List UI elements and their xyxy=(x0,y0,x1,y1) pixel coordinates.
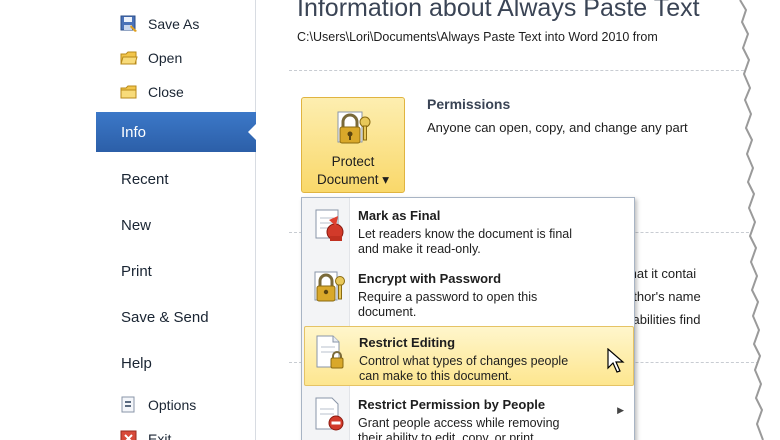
protect-document-menu: Mark as Final Let readers know the docum… xyxy=(301,197,635,440)
permissions-heading: Permissions xyxy=(427,96,511,112)
nav-info[interactable]: Info xyxy=(96,112,257,152)
nav-print[interactable]: Print xyxy=(96,251,256,291)
options-icon xyxy=(121,396,135,413)
protect-document-button[interactable]: Protect Document ▾ xyxy=(301,97,405,193)
backstage-nav: Save As Open Close Info Recent New Print xyxy=(96,0,257,440)
menu-item-title: Encrypt with Password xyxy=(358,271,502,286)
menu-item-title: Mark as Final xyxy=(358,208,441,223)
nav-save-send-label: Save & Send xyxy=(121,308,209,326)
nav-open[interactable]: Open xyxy=(96,43,256,73)
screenshot-frame: Save As Open Close Info Recent New Print xyxy=(0,0,760,440)
menu-item-restrict-editing[interactable]: Restrict Editing Control what types of c… xyxy=(304,326,634,386)
nav-recent[interactable]: Recent xyxy=(96,159,256,199)
menu-item-description: their ability to edit, copy, or print. xyxy=(358,431,538,440)
close-folder-icon xyxy=(120,85,137,99)
menu-item-encrypt-with-password[interactable]: Encrypt with Password Require a password… xyxy=(304,263,634,323)
nav-help[interactable]: Help xyxy=(96,343,256,383)
menu-item-title: Restrict Permission by People xyxy=(358,397,546,412)
nav-options-label: Options xyxy=(148,397,197,413)
document-path: C:\Users\Lori\Documents\Always Paste Tex… xyxy=(297,30,658,44)
menu-item-description: Require a password to open this xyxy=(358,290,538,304)
background-text: that it contai xyxy=(626,266,697,281)
nav-info-label: Info xyxy=(121,123,147,141)
menu-item-description: and make it read-only. xyxy=(358,242,481,256)
protect-label-line-2: Document ▾ xyxy=(316,172,390,187)
protect-lock-icon xyxy=(337,111,371,144)
nav-help-label: Help xyxy=(121,354,152,372)
menu-item-title: Restrict Editing xyxy=(359,335,456,350)
nav-new[interactable]: New xyxy=(96,205,256,245)
nav-save-send[interactable]: Save & Send xyxy=(96,297,256,337)
lock-key-icon xyxy=(314,271,345,302)
nav-exit[interactable]: Exit xyxy=(96,424,256,440)
open-folder-icon xyxy=(120,51,138,65)
menu-item-description: Control what types of changes people xyxy=(359,354,569,368)
menu-item-restrict-permission-by-people[interactable]: Restrict Permission by People Grant peop… xyxy=(304,389,634,440)
nav-new-label: New xyxy=(121,216,152,234)
nav-close[interactable]: Close xyxy=(96,77,256,107)
mark-final-icon xyxy=(315,209,344,241)
nav-exit-label: Exit xyxy=(148,431,172,440)
page-title: Information about Always Paste Text xyxy=(297,0,700,22)
submenu-arrow-icon: ▶ xyxy=(617,405,624,415)
nav-print-label: Print xyxy=(121,262,152,280)
permissions-description: Anyone can open, copy, and change any pa… xyxy=(427,120,688,135)
restrict-editing-icon xyxy=(316,335,344,369)
torn-edge xyxy=(739,0,780,440)
nav-recent-label: Recent xyxy=(121,170,169,188)
protect-label-line-1: Protect xyxy=(331,154,375,169)
nav-save-as[interactable]: Save As xyxy=(96,9,256,39)
section-divider xyxy=(289,70,759,71)
exit-icon xyxy=(120,430,137,440)
nav-open-label: Open xyxy=(148,50,183,66)
menu-item-mark-as-final[interactable]: Mark as Final Let readers know the docum… xyxy=(304,200,634,260)
menu-item-description: document. xyxy=(358,305,417,319)
menu-item-description: can make to this document. xyxy=(359,369,512,383)
background-text: uthor's name xyxy=(626,289,701,304)
restrict-permission-icon xyxy=(315,397,344,431)
save-as-icon xyxy=(120,15,137,32)
menu-item-description: Let readers know the document is final xyxy=(358,227,573,241)
nav-save-as-label: Save As xyxy=(148,16,200,32)
mouse-pointer-icon xyxy=(607,348,625,373)
menu-item-description: Grant people access while removing xyxy=(358,416,560,430)
background-text: sabilities find xyxy=(626,312,701,327)
nav-close-label: Close xyxy=(148,84,184,100)
nav-options[interactable]: Options xyxy=(96,390,256,420)
